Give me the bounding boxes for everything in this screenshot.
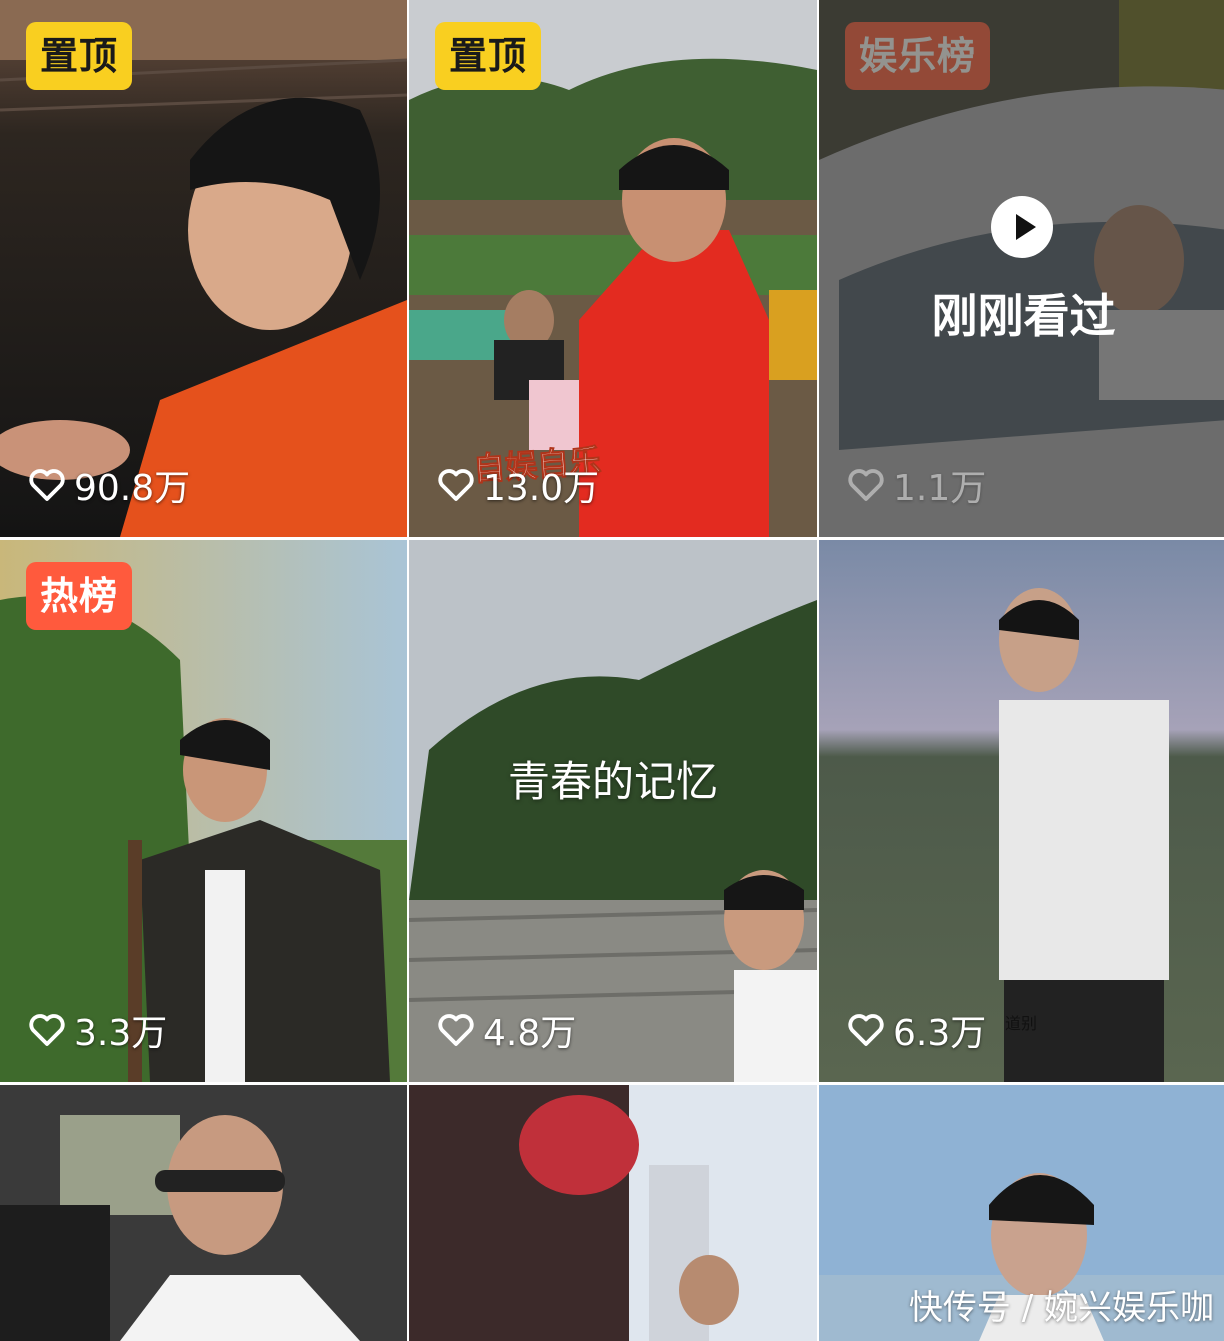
- like-count: 13.0万: [435, 459, 599, 511]
- video-thumbnail: [0, 1085, 407, 1341]
- video-grid: 置顶 90.8万 置顶 自娱自乐 13.0万 娱乐榜 刚刚看过 1.1万 热榜 …: [0, 0, 1224, 1341]
- heart-outline-icon: [848, 1014, 884, 1046]
- heart-outline-icon: [848, 469, 884, 501]
- heart-outline-icon: [438, 469, 474, 501]
- like-count: 3.3万: [26, 1004, 167, 1056]
- video-caption: 道别: [1005, 1014, 1038, 1033]
- video-tile-5[interactable]: 青春的记忆 4.8万: [409, 540, 817, 1082]
- hot-chart-badge: 热榜: [26, 562, 133, 630]
- video-thumbnail: [819, 540, 1224, 1082]
- like-count-text: 90.8万: [74, 468, 191, 509]
- like-count-text: 4.8万: [483, 1013, 577, 1054]
- video-tile-8[interactable]: [409, 1085, 817, 1341]
- video-tile-1[interactable]: 置顶 90.8万: [0, 0, 407, 537]
- video-tile-3[interactable]: 娱乐榜 刚刚看过 1.1万: [819, 0, 1224, 537]
- pinned-badge: 置顶: [26, 22, 133, 90]
- video-tile-6[interactable]: 道别 6.3万: [819, 540, 1224, 1082]
- video-tile-7[interactable]: [0, 1085, 407, 1341]
- like-count: 1.1万: [845, 459, 986, 511]
- video-tile-4[interactable]: 热榜 3.3万: [0, 540, 407, 1082]
- source-watermark: 快传号 / 婉兴娱乐咖: [908, 1288, 1214, 1328]
- heart-outline-icon: [438, 1014, 474, 1046]
- like-count-text: 6.3万: [893, 1013, 987, 1054]
- video-tile-2[interactable]: 置顶 自娱自乐 13.0万: [409, 0, 817, 537]
- heart-outline-icon: [29, 1014, 65, 1046]
- entertainment-chart-badge: 娱乐榜: [845, 22, 991, 90]
- recently-watched-label: 刚刚看过: [931, 289, 1116, 343]
- video-thumbnail: [409, 1085, 817, 1341]
- heart-outline-icon: [29, 469, 65, 501]
- like-count: 6.3万: [845, 1004, 986, 1056]
- video-caption: 青春的记忆: [507, 757, 718, 806]
- pinned-badge: 置顶: [435, 22, 542, 90]
- like-count-text: 3.3万: [74, 1013, 168, 1054]
- like-count-text: 13.0万: [483, 468, 600, 509]
- like-count: 4.8万: [435, 1004, 576, 1056]
- play-icon[interactable]: [991, 196, 1053, 258]
- like-count-text: 1.1万: [893, 468, 987, 509]
- like-count: 90.8万: [26, 459, 190, 511]
- video-thumbnail: [409, 540, 817, 1082]
